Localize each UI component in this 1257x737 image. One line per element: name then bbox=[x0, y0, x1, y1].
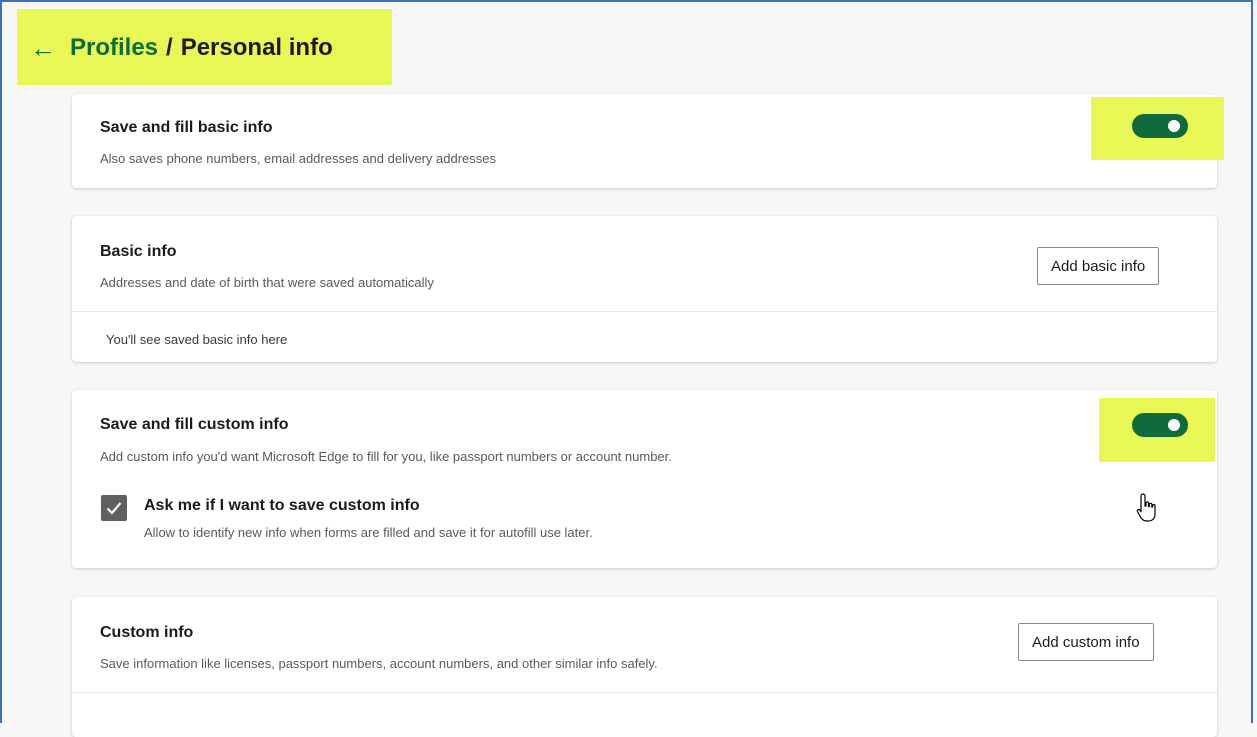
card-title: Save and fill basic info bbox=[100, 119, 273, 136]
card-description: Also saves phone numbers, email addresse… bbox=[100, 151, 496, 166]
save-custom-info-card: Save and fill custom info Add custom inf… bbox=[72, 390, 1217, 568]
empty-state-text: You'll see saved basic info here bbox=[106, 332, 288, 347]
breadcrumb-separator: / bbox=[166, 34, 173, 61]
card-divider bbox=[72, 692, 1217, 693]
add-basic-info-button[interactable]: Add basic info bbox=[1037, 247, 1160, 285]
save-basic-info-toggle[interactable] bbox=[1132, 114, 1188, 138]
hand-pointer-icon bbox=[1136, 493, 1156, 522]
page-title: Personal info bbox=[180, 34, 333, 61]
save-basic-info-card: Save and fill basic info Also saves phon… bbox=[72, 94, 1217, 188]
checkbox-description: Allow to identify new info when forms ar… bbox=[144, 525, 593, 540]
arrow-left-icon[interactable]: ← bbox=[30, 35, 56, 61]
add-custom-info-button[interactable]: Add custom info bbox=[1018, 623, 1154, 661]
checkbox-label: Ask me if I want to save custom info bbox=[144, 497, 420, 514]
card-description: Save information like licenses, passport… bbox=[100, 656, 658, 671]
toggle-knob bbox=[1168, 419, 1180, 431]
card-title: Basic info bbox=[100, 243, 177, 260]
card-title: Custom info bbox=[100, 624, 194, 641]
breadcrumb-link-profiles[interactable]: Profiles bbox=[70, 34, 158, 62]
card-description: Addresses and date of birth that were sa… bbox=[100, 275, 434, 290]
basic-info-card: Basic info Addresses and date of birth t… bbox=[72, 216, 1217, 362]
checkmark-icon bbox=[106, 502, 122, 515]
custom-info-card: Custom info Save information like licens… bbox=[72, 597, 1217, 737]
card-title: Save and fill custom info bbox=[100, 416, 289, 433]
ask-save-custom-info-checkbox[interactable] bbox=[101, 495, 127, 521]
card-divider bbox=[72, 311, 1217, 312]
save-custom-info-toggle[interactable] bbox=[1132, 413, 1188, 437]
card-description: Add custom info you'd want Microsoft Edg… bbox=[100, 449, 672, 464]
toggle-knob bbox=[1168, 120, 1180, 132]
breadcrumb: ← Profiles / Personal info bbox=[30, 30, 333, 66]
